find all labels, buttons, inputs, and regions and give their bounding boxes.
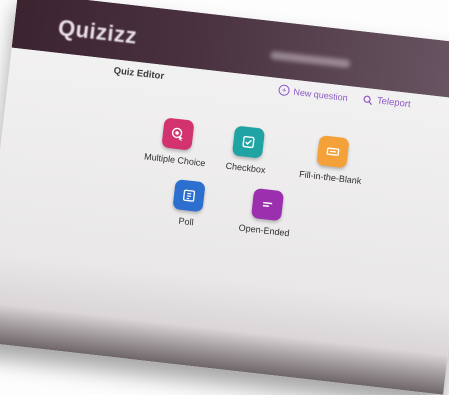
blank-box-icon [325, 144, 340, 159]
poll-icon [181, 188, 196, 203]
screen-bezel-shadow [0, 302, 448, 395]
question-type-open-ended[interactable]: Open-Ended [238, 187, 294, 238]
plus-circle-icon: + [278, 84, 290, 96]
quizizz-logo[interactable]: Quizizz [57, 15, 139, 50]
question-type-multiple-choice[interactable]: Multiple Choice [144, 116, 210, 169]
open-ended-tile [250, 188, 283, 221]
new-question-button[interactable]: + New question [278, 84, 348, 103]
top-bar-blurred-text [270, 51, 350, 68]
radio-select-icon [170, 126, 185, 141]
multiple-choice-tile [161, 117, 194, 150]
fill-in-the-blank-tile [317, 135, 350, 168]
checkbox-label: Checkbox [225, 161, 266, 175]
question-type-checkbox[interactable]: Checkbox [225, 125, 270, 175]
teleport-label: Teleport [376, 95, 411, 110]
fill-in-the-blank-label: Fill-in-the-Blank [299, 169, 362, 186]
question-type-fill-in-the-blank[interactable]: Fill-in-the-Blank [299, 133, 366, 186]
poll-label: Poll [171, 215, 202, 228]
quiz-editor-panel: Quiz Editor + New question Teleport Mult… [0, 48, 449, 395]
search-icon [363, 94, 374, 105]
checkbox-icon [241, 134, 256, 149]
checkbox-tile [232, 125, 265, 158]
question-type-poll[interactable]: Poll [171, 179, 206, 228]
poll-tile [172, 179, 205, 212]
open-ended-label: Open-Ended [238, 223, 290, 239]
multiple-choice-label: Multiple Choice [144, 151, 206, 168]
teleport-button[interactable]: Teleport [362, 94, 411, 110]
new-question-label: New question [293, 86, 348, 102]
page-title: Quiz Editor [113, 65, 165, 82]
text-lines-icon [259, 197, 274, 212]
monitor-screen: Quizizz Quiz Editor + New question Telep… [0, 0, 449, 395]
